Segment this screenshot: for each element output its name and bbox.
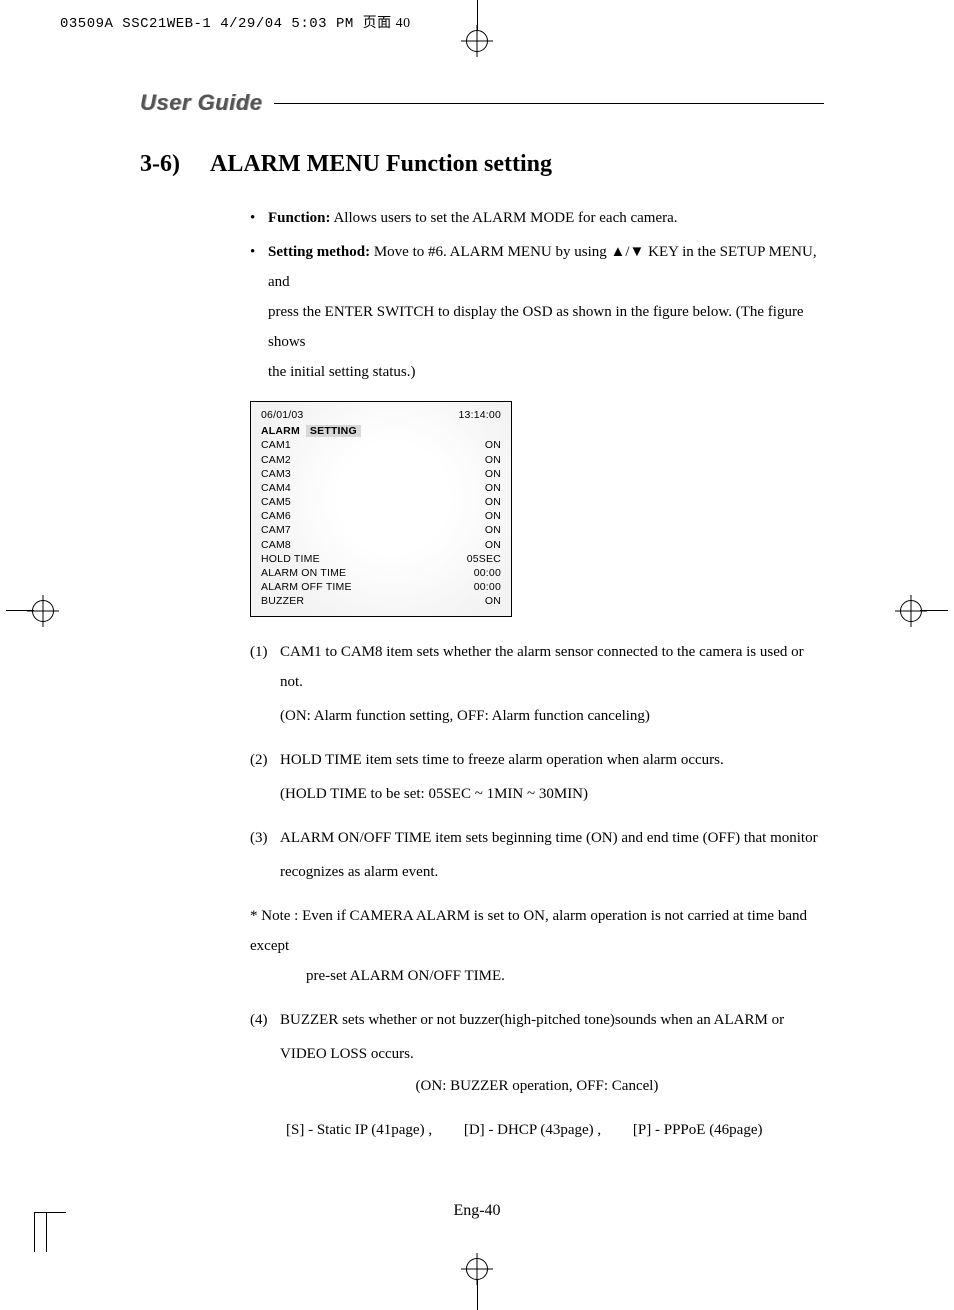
slug-text: 03509A SSC21WEB-1 4/29/04 5:03 PM (60, 16, 363, 32)
content-block: Function: Allows users to set the ALARM … (250, 203, 824, 1145)
marker: (4) (250, 1005, 280, 1035)
label-function: Function: (268, 210, 331, 226)
list-item-3: (3) ALARM ON/OFF TIME item sets beginnin… (250, 823, 824, 853)
osd-row: ALARM ON TIME00:00 (261, 566, 501, 580)
note: * Note : Even if CAMERA ALARM is set to … (250, 901, 824, 991)
bullet-function: Function: Allows users to set the ALARM … (250, 203, 824, 233)
osd-time: 13:14:00 (459, 408, 501, 422)
marker: (3) (250, 823, 280, 853)
osd-title-left: ALARM (261, 425, 300, 437)
page-number: Eng-40 (60, 1202, 894, 1220)
crop-mark-corner (30, 1212, 58, 1252)
center-line: (ON: BUZZER operation, OFF: Cancel) (250, 1071, 824, 1101)
marker: (2) (250, 745, 280, 775)
sub: (ON: Alarm function setting, OFF: Alarm … (280, 701, 824, 731)
osd-row: CAM5ON (261, 495, 501, 509)
osd-row: CAM8ON (261, 538, 501, 552)
osd-row: CAM3ON (261, 467, 501, 481)
text-setting-3: the initial setting status.) (268, 357, 824, 387)
osd-row: HOLD TIME05SEC (261, 552, 501, 566)
bullet-setting: Setting method: Move to #6. ALARM MENU b… (250, 237, 824, 387)
registration-mark-icon (32, 600, 54, 622)
registration-mark-icon (900, 600, 922, 622)
osd-title-tab: SETTING (306, 425, 361, 437)
ref-static: [S] - Static IP (41page) , (286, 1115, 432, 1145)
page-body: User Guide 3-6)ALARM MENU Function setti… (60, 60, 894, 1250)
marker: (1) (250, 637, 280, 697)
sub: VIDEO LOSS occurs. (280, 1039, 824, 1069)
slug-cjk: 页面 40 (363, 16, 411, 31)
osd-box: 06/01/03 13:14:00 ALARM SETTING CAM1ON CA… (250, 401, 512, 617)
note-line-1: * Note : Even if CAMERA ALARM is set to … (250, 908, 807, 954)
page-header: User Guide (140, 90, 824, 116)
text-setting-2: press the ENTER SWITCH to display the OS… (268, 297, 824, 357)
osd-row: CAM2ON (261, 453, 501, 467)
crop-mark-bottom (457, 1255, 497, 1310)
text-function: Allows users to set the ALARM MODE for e… (331, 210, 678, 226)
sub: recognizes as alarm event. (280, 857, 824, 887)
page-refs: [S] - Static IP (41page) , [D] - DHCP (4… (286, 1115, 824, 1145)
osd-row: CAM6ON (261, 509, 501, 523)
crop-mark-top (457, 0, 497, 55)
label-setting: Setting method: (268, 244, 370, 260)
list-item-4: (4) BUZZER sets whether or not buzzer(hi… (250, 1005, 824, 1035)
registration-mark-icon (466, 1258, 488, 1280)
osd-row: CAM7ON (261, 523, 501, 537)
osd-row: CAM1ON (261, 438, 501, 452)
body: CAM1 to CAM8 item sets whether the alarm… (280, 637, 824, 697)
osd-row: CAM4ON (261, 481, 501, 495)
ref-pppoe: [P] - PPPoE (46page) (633, 1115, 763, 1145)
print-slug: 03509A SSC21WEB-1 4/29/04 5:03 PM 页面 40 (60, 12, 411, 32)
osd-date: 06/01/03 (261, 408, 303, 422)
osd-row: ALARM OFF TIME00:00 (261, 580, 501, 594)
body: HOLD TIME item sets time to freeze alarm… (280, 745, 824, 775)
list-item-2: (2) HOLD TIME item sets time to freeze a… (250, 745, 824, 775)
body: ALARM ON/OFF TIME item sets beginning ti… (280, 823, 824, 853)
osd-title: ALARM SETTING (261, 424, 501, 438)
section-title: 3-6)ALARM MENU Function setting (140, 151, 824, 178)
note-line-2: pre-set ALARM ON/OFF TIME. (306, 961, 824, 991)
header-rule (274, 103, 824, 104)
osd-figure: 06/01/03 13:14:00 ALARM SETTING CAM1ON CA… (250, 401, 824, 617)
section-heading: ALARM MENU Function setting (210, 151, 552, 177)
bullet-list: Function: Allows users to set the ALARM … (250, 203, 824, 387)
numbered-list: (1) CAM1 to CAM8 item sets whether the a… (250, 637, 824, 1145)
list-item-1: (1) CAM1 to CAM8 item sets whether the a… (250, 637, 824, 697)
body: BUZZER sets whether or not buzzer(high-p… (280, 1005, 824, 1035)
osd-row: BUZZERON (261, 594, 501, 608)
header-title: User Guide (140, 90, 274, 116)
sub: (HOLD TIME to be set: 05SEC ~ 1MIN ~ 30M… (280, 779, 824, 809)
osd-header-row: 06/01/03 13:14:00 (261, 408, 501, 422)
section-number: 3-6) (140, 151, 210, 178)
registration-mark-icon (466, 30, 488, 52)
ref-dhcp: [D] - DHCP (43page) , (464, 1115, 601, 1145)
